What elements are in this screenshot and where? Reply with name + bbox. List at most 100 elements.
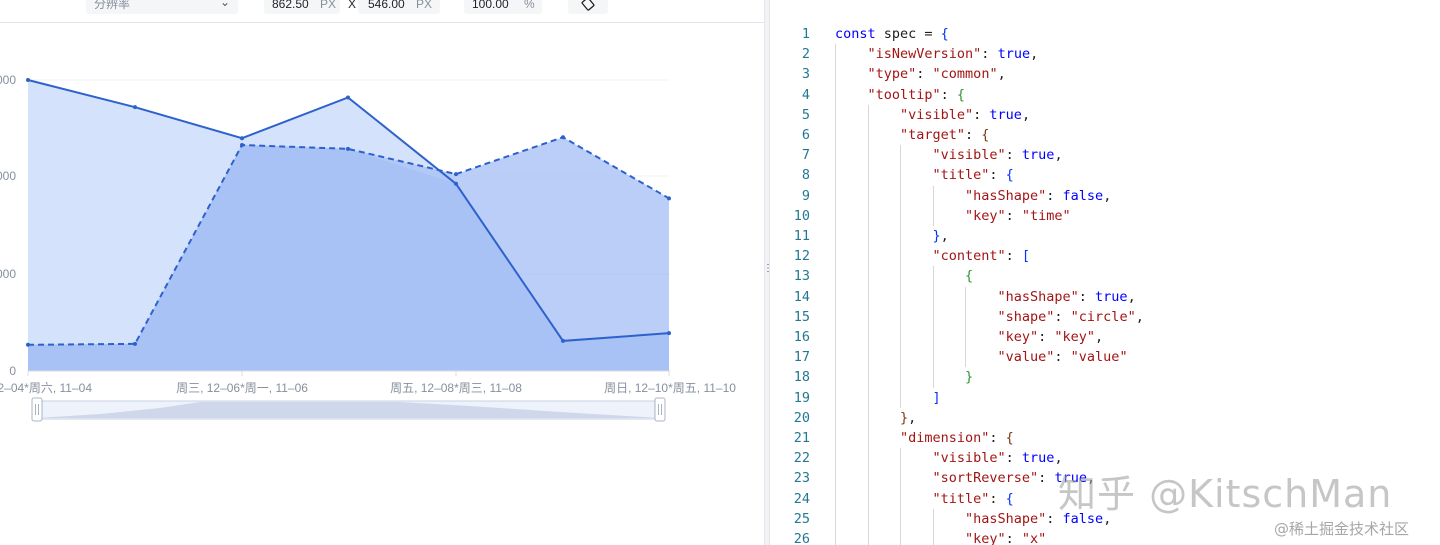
data-point bbox=[26, 78, 30, 82]
line-number: 18 bbox=[793, 369, 810, 386]
code-line[interactable]: 7 "visible": true, bbox=[770, 145, 1440, 165]
data-point bbox=[561, 135, 565, 140]
code-line[interactable]: 12 "content": [ bbox=[770, 246, 1440, 266]
code-token: } bbox=[932, 228, 941, 244]
code-line[interactable]: 5 "visible": true, bbox=[770, 105, 1440, 125]
code-token: "content" bbox=[932, 248, 1006, 265]
code-text: "key": "time" bbox=[965, 206, 1071, 226]
code-text: "isNewVersion": true, bbox=[868, 44, 1039, 64]
code-token: : bbox=[1054, 308, 1071, 325]
line-number: 2 bbox=[801, 46, 810, 63]
line-number: 22 bbox=[793, 450, 810, 467]
code-text: "shape": "circle", bbox=[998, 307, 1144, 327]
code-token: : bbox=[1005, 207, 1022, 224]
code-line[interactable]: 2 "isNewVersion": true, bbox=[770, 44, 1440, 64]
x-tick-label: 2–04*周六, 11–04 bbox=[0, 381, 92, 395]
code-token: : bbox=[989, 430, 1006, 446]
chevron-down-icon: ⌄ bbox=[219, 0, 230, 9]
code-token: , bbox=[1095, 329, 1104, 345]
code-token: : bbox=[989, 167, 1006, 184]
code-line[interactable]: 10 "key": "time" bbox=[770, 206, 1440, 226]
code-text: }, bbox=[900, 408, 916, 428]
code-text: "value": "value" bbox=[998, 347, 1128, 367]
line-number: 8 bbox=[801, 167, 810, 184]
resolution-select[interactable]: 分辨率 ⌄ bbox=[86, 0, 238, 14]
code-line[interactable]: 3 "type": "common", bbox=[770, 64, 1440, 84]
data-point bbox=[240, 142, 244, 147]
code-line[interactable]: 21 "dimension": { bbox=[770, 428, 1440, 448]
data-point bbox=[667, 196, 671, 201]
code-text: "dimension": { bbox=[900, 428, 1014, 448]
code-text: } bbox=[965, 367, 973, 387]
datazoom-handle[interactable] bbox=[654, 397, 666, 422]
code-text: "hasShape": true, bbox=[998, 287, 1136, 307]
code-token: : bbox=[973, 106, 990, 123]
code-token: : bbox=[1005, 450, 1022, 467]
code-line[interactable]: 6 "target": { bbox=[770, 125, 1440, 145]
code-line[interactable]: 14 "hasShape": true, bbox=[770, 287, 1440, 307]
line-number: 25 bbox=[793, 510, 810, 527]
code-token: ] bbox=[932, 389, 941, 406]
code-token: : bbox=[965, 127, 982, 143]
code-token: "visible" bbox=[900, 106, 974, 123]
line-number: 5 bbox=[801, 106, 810, 123]
code-token: true bbox=[997, 46, 1031, 63]
indent-guide bbox=[932, 185, 934, 226]
data-point bbox=[346, 146, 350, 151]
code-token: , bbox=[1021, 106, 1031, 123]
rotate-button[interactable] bbox=[568, 0, 608, 14]
line-number: 6 bbox=[801, 127, 810, 143]
data-point bbox=[667, 331, 671, 336]
data-point bbox=[454, 172, 458, 177]
code-line[interactable]: 18} bbox=[770, 367, 1440, 387]
code-text: "visible": true, bbox=[933, 448, 1063, 468]
x-tick-label: 周五, 12–08*周三, 11–08 bbox=[390, 381, 522, 395]
code-line[interactable]: 19] bbox=[770, 388, 1440, 408]
code-token: { bbox=[940, 26, 949, 42]
code-token: "title" bbox=[932, 490, 990, 507]
toolbar: 分辨率 ⌄ 862.50 PX X 546.00 PX 100.00 % bbox=[0, 0, 764, 23]
code-line[interactable]: 17 "value": "value" bbox=[770, 347, 1440, 367]
width-input[interactable]: 862.50 PX bbox=[264, 0, 340, 14]
height-input[interactable]: 546.00 PX bbox=[358, 0, 440, 14]
code-token: "key" bbox=[1054, 329, 1096, 345]
data-point bbox=[346, 95, 350, 100]
code-token: "key" bbox=[997, 329, 1039, 345]
code-token: "time" bbox=[1021, 207, 1071, 224]
code-token: : bbox=[1005, 147, 1022, 164]
line-number: 16 bbox=[793, 329, 810, 345]
code-line[interactable]: 13 { bbox=[770, 266, 1440, 286]
code-line[interactable]: 4 "tooltip": { bbox=[770, 85, 1440, 105]
code-text: "key": "x" bbox=[965, 529, 1046, 545]
code-line[interactable]: 9 "hasShape": false, bbox=[770, 186, 1440, 206]
code-token: "visible" bbox=[932, 450, 1006, 467]
datazoom-handle[interactable] bbox=[31, 397, 43, 422]
code-token: false bbox=[1062, 187, 1104, 204]
line-number: 10 bbox=[793, 207, 810, 224]
code-text: "target": { bbox=[900, 125, 989, 145]
code-line[interactable]: 1 const spec = { bbox=[770, 24, 1440, 44]
times-label: X bbox=[348, 0, 357, 11]
line-number: 11 bbox=[793, 228, 810, 244]
code-text: "content": [ bbox=[933, 246, 1031, 266]
code-token: : bbox=[1046, 187, 1063, 204]
code-line[interactable]: 20}, bbox=[770, 408, 1440, 428]
data-point bbox=[240, 136, 244, 141]
code-token: , bbox=[1054, 147, 1063, 164]
code-token: , bbox=[1127, 288, 1136, 305]
data-point bbox=[133, 105, 137, 110]
zoom-unit: % bbox=[524, 0, 535, 11]
code-line[interactable]: 11}, bbox=[770, 226, 1440, 246]
width-value: 862.50 bbox=[272, 0, 309, 11]
code-line[interactable]: 15 "shape": "circle", bbox=[770, 307, 1440, 327]
zoom-input[interactable]: 100.00 % bbox=[464, 0, 542, 14]
code-token: "hasShape" bbox=[965, 187, 1047, 204]
code-line[interactable]: 16 "key": "key", bbox=[770, 327, 1440, 347]
width-unit: PX bbox=[320, 0, 337, 11]
code-line[interactable]: 8 "title": { bbox=[770, 165, 1440, 185]
code-token: { bbox=[1005, 430, 1014, 446]
code-token: : bbox=[1078, 288, 1096, 305]
code-token: "shape" bbox=[997, 308, 1055, 325]
height-value: 546.00 bbox=[368, 0, 405, 11]
code-token: , bbox=[1030, 46, 1039, 63]
